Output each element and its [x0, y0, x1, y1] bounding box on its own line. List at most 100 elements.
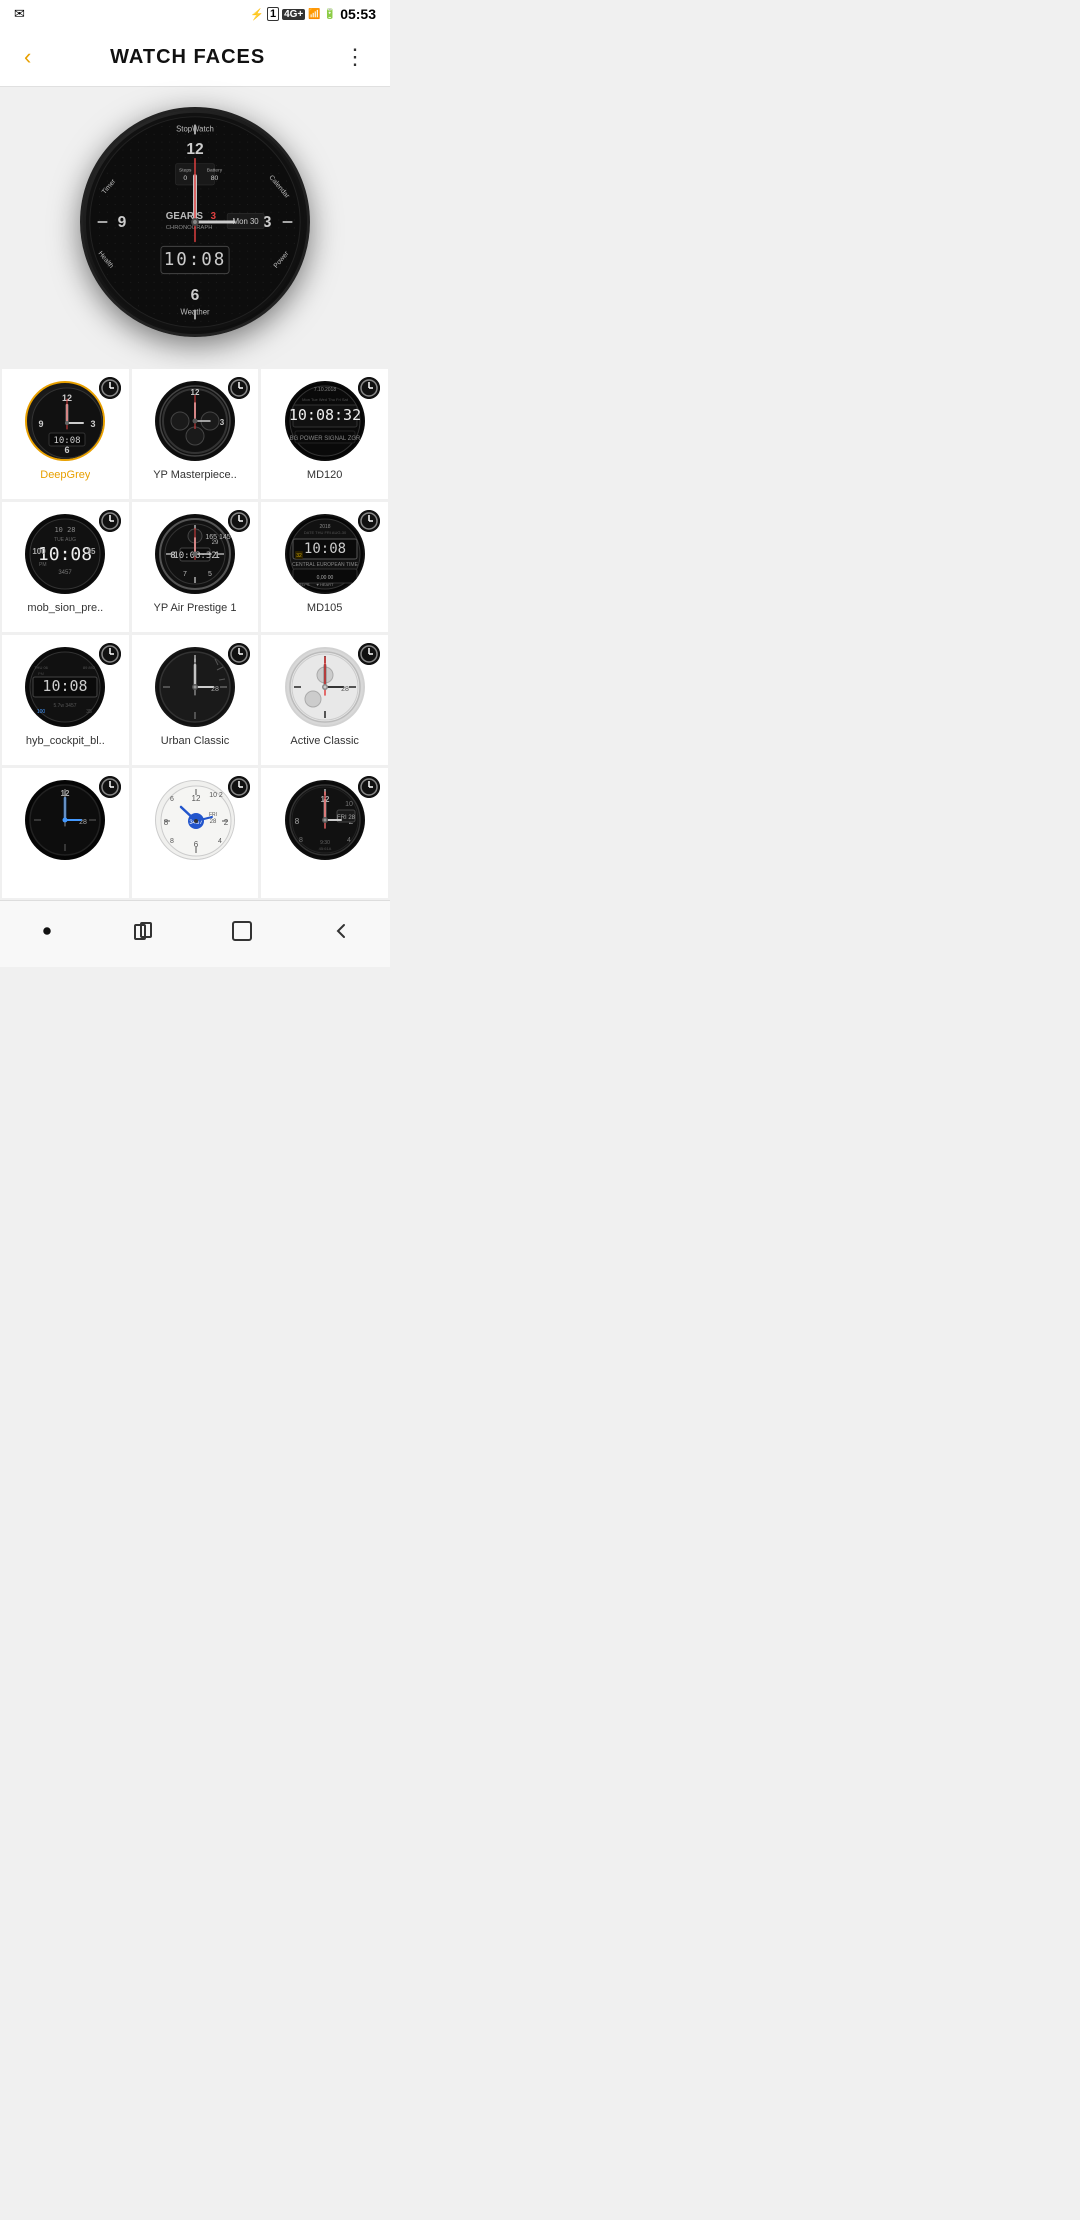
svg-text:Battery: Battery — [207, 167, 223, 173]
badge-urban — [228, 643, 250, 665]
label-md120: MD120 — [307, 469, 342, 481]
svg-text:5.7w 3457: 5.7w 3457 — [54, 703, 77, 709]
svg-text:PM: PM — [39, 562, 47, 568]
svg-text:4: 4 — [347, 837, 351, 844]
network-icon: 4G+ — [282, 9, 305, 20]
grid-item-light1[interactable]: 12 10 2 2 4 8 8 6 6 3457 FRI 28 — [132, 768, 259, 898]
svg-text:♥ HEART: ♥ HEART — [316, 582, 334, 587]
grid-item-dark2[interactable]: 12 10 2 4 8 8 FRI 28 9:30 45:61A — [261, 768, 388, 898]
grid-item-yp-air[interactable]: 11 165 145 1 5 7 8 10:08:32 29 — [132, 502, 259, 632]
watch-thumbnail-dark1: 12 28 — [25, 780, 105, 860]
email-icon: ✉ — [14, 6, 25, 22]
nav-recent-button[interactable] — [115, 913, 171, 955]
svg-text:10:08: 10:08 — [54, 436, 81, 446]
menu-button[interactable]: ⋮ — [336, 40, 374, 74]
grid-item-md105[interactable]: 2018 DATE THU FRI AUG-30 10:08 CENTRAL E… — [261, 502, 388, 632]
svg-text:DATE THU FRI AUG-30: DATE THU FRI AUG-30 — [303, 530, 346, 535]
watch-thumbnail-dark2: 12 10 2 4 8 8 FRI 28 9:30 45:61A — [285, 780, 365, 860]
svg-text:8: 8 — [299, 837, 303, 844]
svg-text:12: 12 — [192, 794, 201, 803]
svg-text:32: 32 — [296, 553, 302, 559]
svg-text:THU 06: THU 06 — [34, 665, 49, 670]
badge-hyb — [99, 643, 121, 665]
svg-text:10 28: 10 28 — [55, 526, 76, 534]
grid-item-md120[interactable]: 7.10.2018 Mon Tue Wed Thu Fri Sat 10:08:… — [261, 369, 388, 499]
svg-text:12: 12 — [186, 141, 204, 158]
badge-dark1 — [99, 776, 121, 798]
svg-text:100: 100 — [33, 547, 47, 556]
grid-item-dark1[interactable]: 12 28 — [2, 768, 129, 898]
svg-text:28: 28 — [210, 819, 217, 825]
badge-deepgrey — [99, 377, 121, 399]
watch-thumbnail-urban: 28 — [155, 647, 235, 727]
battery-icon: 🔋 — [324, 9, 336, 20]
svg-text:STEPS: STEPS — [296, 582, 309, 587]
svg-text:10: 10 — [345, 801, 353, 808]
svg-text:CENTRAL EUROPEAN TIME: CENTRAL EUROPEAN TIME — [292, 562, 359, 568]
badge-md105 — [358, 510, 380, 532]
sim-icon: 1 — [267, 7, 279, 21]
badge-yp-masterpiece — [228, 377, 250, 399]
label-urban: Urban Classic — [161, 735, 229, 747]
signal-icon: 📶 — [308, 9, 320, 20]
svg-text:8: 8 — [164, 818, 169, 827]
svg-text:6: 6 — [191, 287, 200, 304]
svg-text:2: 2 — [224, 818, 229, 827]
watch-thumbnail-md105: 2018 DATE THU FRI AUG-30 10:08 CENTRAL E… — [285, 514, 365, 594]
svg-text:35: 35 — [87, 709, 93, 715]
watch-thumbnail-light1: 12 10 2 2 4 8 8 6 6 3457 FRI 28 — [155, 780, 235, 860]
nav-home-button[interactable] — [214, 913, 270, 955]
featured-watch-section: StopWatch Timer Calendar Health Power We… — [0, 87, 390, 367]
label-md105: MD105 — [307, 602, 342, 614]
watch-thumbnail-deepgrey: 12 3 6 9 10:08 — [25, 381, 105, 461]
grid-item-urban[interactable]: 28 Urban Classic — [132, 635, 259, 765]
nav-back-button[interactable] — [313, 913, 369, 955]
svg-text:6: 6 — [194, 840, 199, 849]
svg-text:5: 5 — [208, 571, 212, 578]
svg-text:8: 8 — [294, 817, 299, 826]
badge-yp-air — [228, 510, 250, 532]
svg-text:10 2: 10 2 — [209, 792, 223, 799]
label-yp-masterpiece: YP Masterpiece.. — [153, 469, 237, 481]
svg-text:PM: PM — [38, 671, 44, 676]
svg-text:TUE AUG: TUE AUG — [54, 537, 76, 543]
badge-dark2 — [358, 776, 380, 798]
grid-item-mob-sion[interactable]: 10 28 TUE AUG 10:08 100 35 PM 3457 mob_s… — [2, 502, 129, 632]
page-title: WATCH FACES — [110, 46, 265, 69]
watch-thumbnail-mob-sion: 10 28 TUE AUG 10:08 100 35 PM 3457 — [25, 514, 105, 594]
watch-thumbnail-yp-air: 11 165 145 1 5 7 8 10:08:32 29 — [155, 514, 235, 594]
svg-text:45:61A: 45:61A — [318, 846, 331, 851]
watch-faces-grid: 12 3 6 9 10:08 — [0, 367, 390, 900]
svg-text:7.10.2018: 7.10.2018 — [314, 387, 336, 393]
svg-text:10:08:32: 10:08:32 — [289, 406, 361, 424]
grid-item-active[interactable]: 28 Active Classic — [261, 635, 388, 765]
grid-item-yp-masterpiece[interactable]: 12 3 — [132, 369, 259, 499]
label-yp-air: YP Air Prestige 1 — [154, 602, 237, 614]
svg-text:3: 3 — [220, 418, 225, 427]
nav-dot-button[interactable] — [22, 916, 72, 952]
svg-text:3: 3 — [91, 419, 96, 429]
svg-text:4: 4 — [218, 838, 222, 845]
back-button[interactable]: ‹ — [16, 40, 39, 74]
grid-item-deepgrey[interactable]: 12 3 6 9 10:08 — [2, 369, 129, 499]
svg-text:29: 29 — [212, 540, 219, 546]
svg-text:6: 6 — [170, 796, 174, 803]
svg-text:CHRONOGRAPH: CHRONOGRAPH — [166, 225, 213, 231]
label-hyb: hyb_cockpit_bl.. — [26, 735, 105, 747]
featured-watch-face[interactable]: StopWatch Timer Calendar Health Power We… — [80, 107, 310, 337]
status-right: ⚡ 1 4G+ 📶 🔋 05:53 — [250, 6, 376, 22]
grid-container: 12 3 6 9 10:08 — [2, 369, 388, 898]
label-active: Active Classic — [290, 735, 358, 747]
svg-text:3: 3 — [211, 211, 217, 222]
bluetooth-icon: ⚡ — [250, 8, 264, 21]
svg-text:10:08: 10:08 — [43, 677, 88, 695]
nav-bar — [0, 900, 390, 967]
svg-text:8: 8 — [170, 838, 174, 845]
label-mob-sion: mob_sion_pre.. — [27, 602, 103, 614]
status-left: ✉ — [14, 6, 25, 22]
watch-thumbnail-yp-masterpiece: 12 3 — [155, 381, 235, 461]
svg-text:100: 100 — [37, 709, 46, 715]
svg-text:35: 35 — [87, 547, 96, 556]
grid-item-hyb[interactable]: 10:08 THU 06 89 892 PM 5.7w 3457 100 35 — [2, 635, 129, 765]
svg-text:80: 80 — [211, 175, 219, 182]
